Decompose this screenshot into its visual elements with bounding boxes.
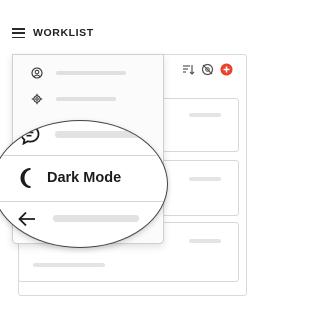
page-title: WORKLIST <box>33 27 94 39</box>
account-icon[interactable] <box>31 67 43 79</box>
arrow-left-icon[interactable] <box>17 209 37 229</box>
add-icon[interactable] <box>220 63 233 76</box>
sort-icon[interactable] <box>182 63 195 76</box>
menu-item-placeholder[interactable] <box>56 71 126 75</box>
hamburger-icon[interactable] <box>12 28 25 38</box>
gear-icon[interactable] <box>31 93 43 105</box>
worklist-toolbar <box>182 63 233 76</box>
magnifier-lens: Dark Mode <box>0 120 168 248</box>
menu-item-placeholder[interactable] <box>53 215 139 222</box>
dark-mode-label: Dark Mode <box>47 170 122 186</box>
app-header: WORKLIST <box>12 26 94 40</box>
chat-icon[interactable] <box>19 124 41 146</box>
menu-item-placeholder[interactable] <box>55 131 141 138</box>
dark-mode-menu-item[interactable]: Dark Mode <box>17 165 121 191</box>
no-view-icon[interactable] <box>201 63 214 76</box>
moon-icon <box>20 168 31 188</box>
menu-item-placeholder[interactable] <box>56 97 116 101</box>
